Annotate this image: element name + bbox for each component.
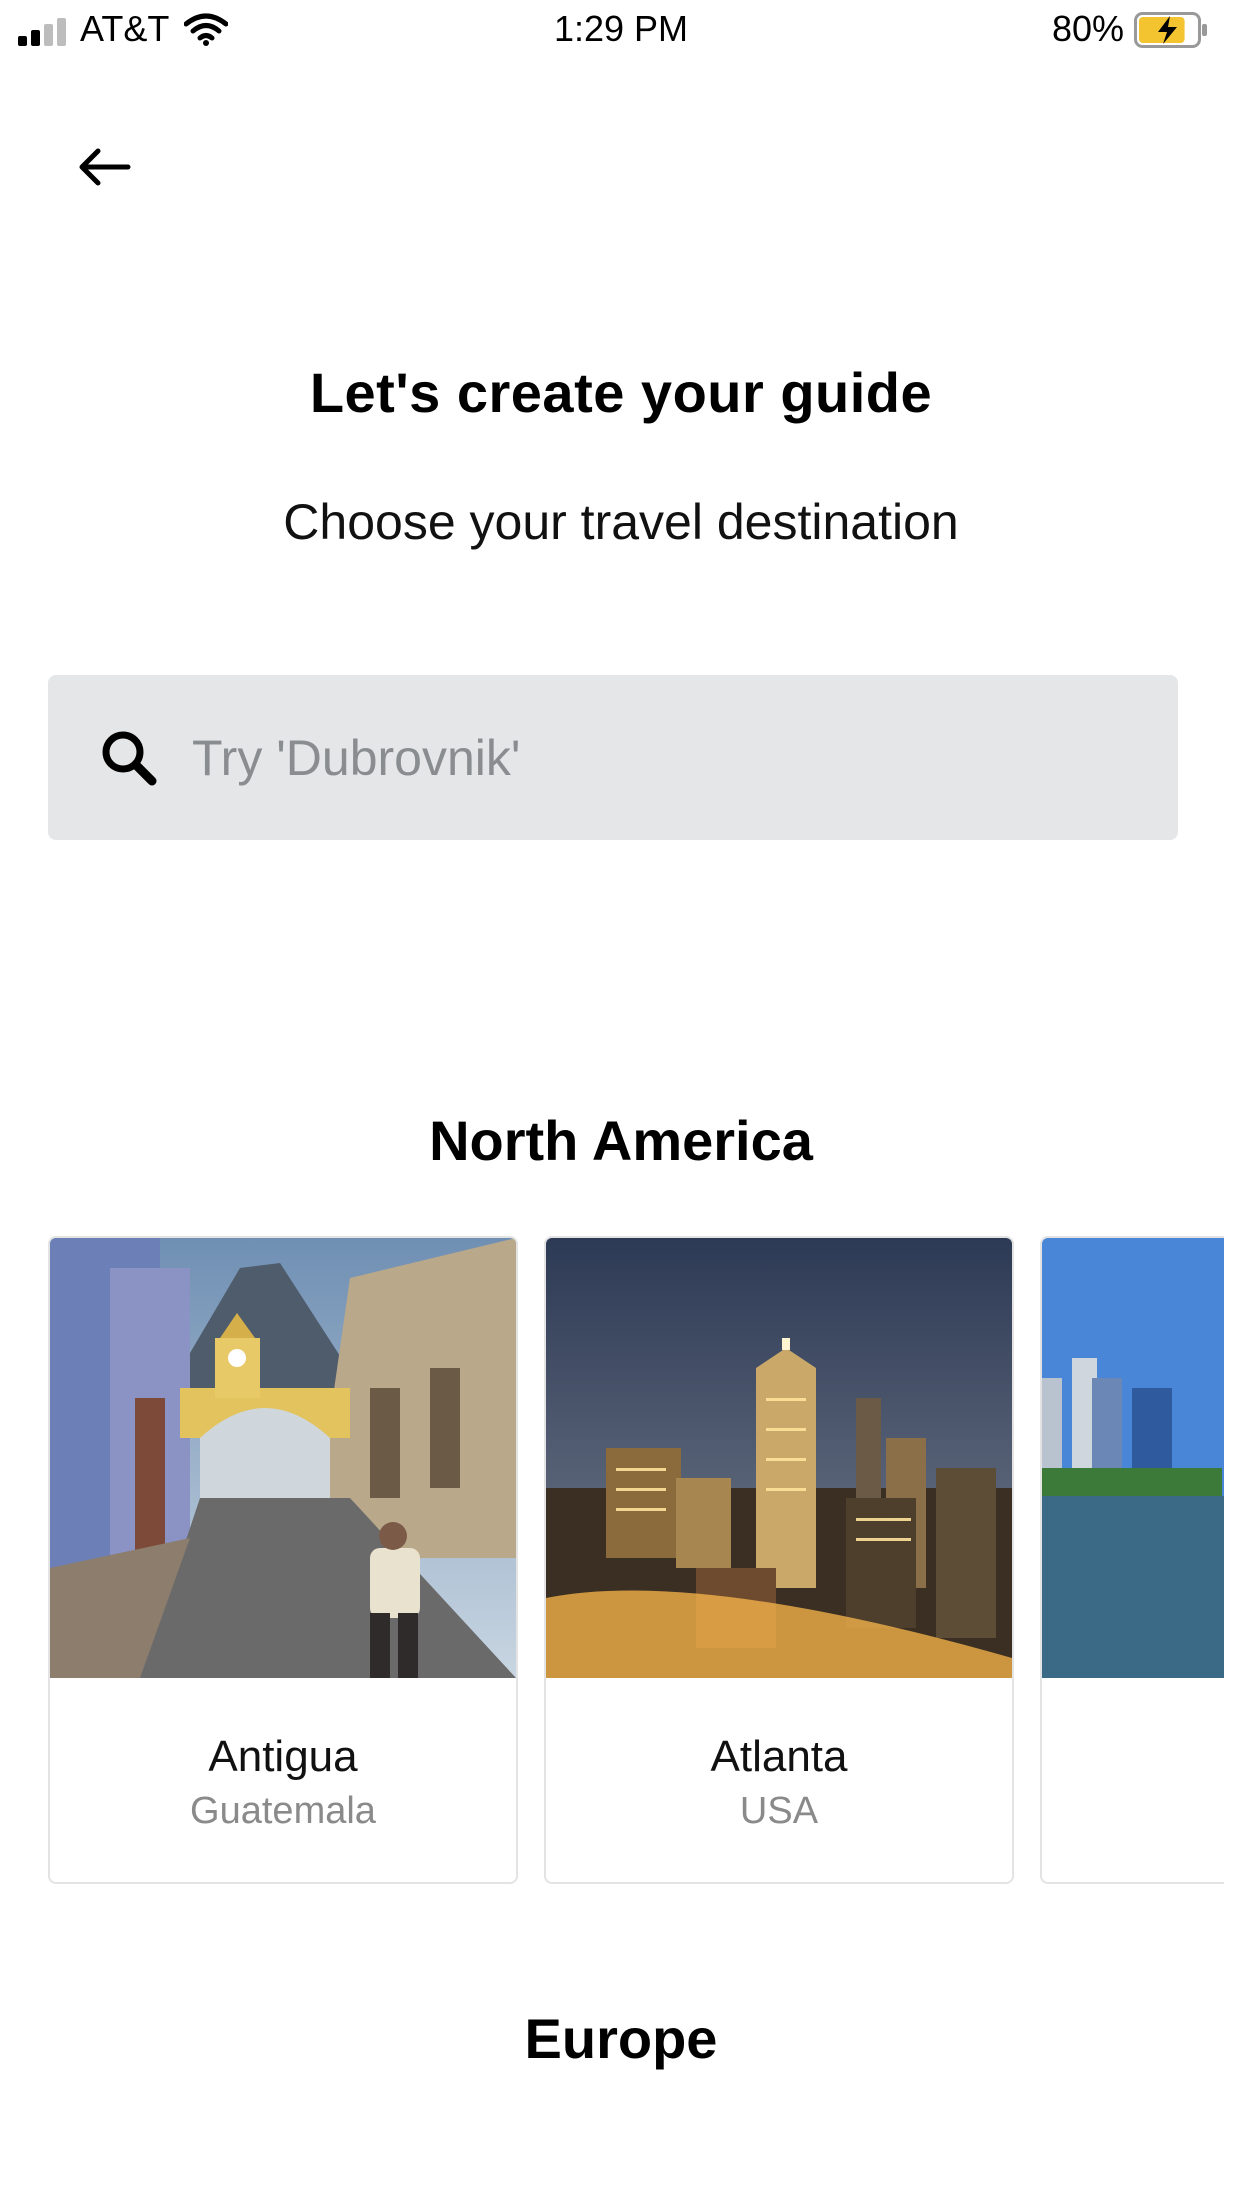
arrow-left-icon	[79, 148, 131, 186]
search-input[interactable]	[192, 715, 1132, 800]
section-title-north-america: North America	[429, 1109, 813, 1172]
back-button[interactable]	[72, 135, 136, 199]
status-bar: AT&T 1:29 PM 80%	[0, 0, 1242, 60]
search-icon	[102, 731, 157, 786]
battery-percent: 80%	[1051, 8, 1124, 49]
atlanta-skyline-night-photo	[546, 1238, 1012, 1678]
antigua-arch-street-photo	[50, 1238, 516, 1678]
destination-city: Atlanta	[710, 1732, 848, 1781]
destination-carousel-north-america[interactable]: Antigua Guatemala Atlanta USA	[48, 1236, 1224, 1886]
page-title: Let's create your guide	[309, 361, 933, 424]
destination-card-atlanta[interactable]: Atlanta USA	[544, 1236, 1014, 1884]
section-title-europe: Europe	[524, 2007, 718, 2070]
destination-country: Guatemala	[190, 1790, 376, 1832]
destination-card-partial[interactable]	[1040, 1236, 1224, 1884]
search-bar[interactable]	[48, 675, 1178, 840]
river-city-skyline-photo	[1042, 1238, 1224, 1678]
destination-country: USA	[739, 1790, 819, 1832]
destination-city: Antigua	[208, 1732, 358, 1781]
page-subtitle: Choose your travel destination	[283, 494, 959, 550]
battery-charging-icon	[1134, 12, 1207, 48]
destination-card-antigua[interactable]: Antigua Guatemala	[48, 1236, 518, 1884]
